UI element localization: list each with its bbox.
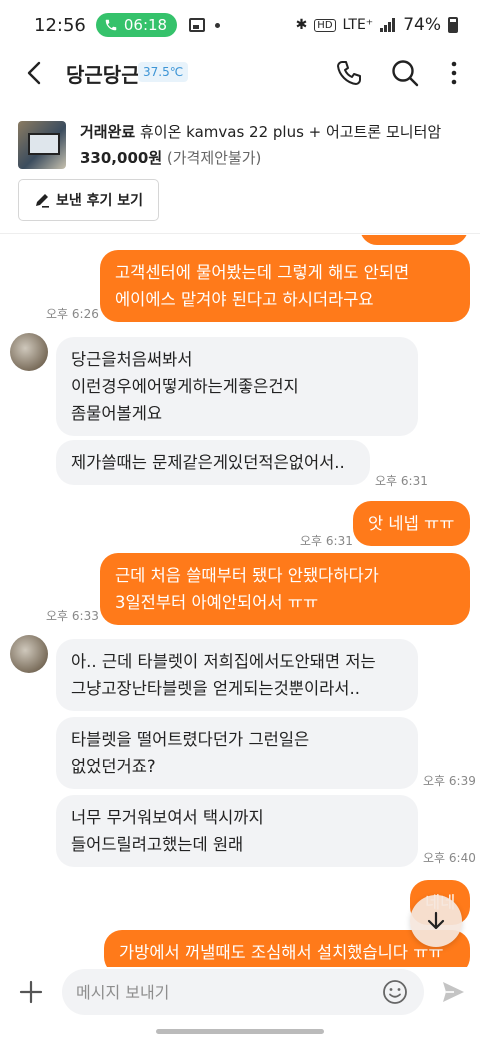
arrow-down-icon xyxy=(427,911,445,930)
message-field-container xyxy=(62,969,424,1015)
ongoing-call-pill[interactable]: 06:18 xyxy=(95,13,178,37)
message-bubble-other[interactable]: 너무 무거워보여서 택시까지 들어드릴려고했는데 원래 xyxy=(56,795,418,867)
send-icon[interactable] xyxy=(440,979,466,1005)
scroll-to-bottom-button[interactable] xyxy=(410,895,462,947)
status-bar: 12:56 06:18 ✱ HD LTE⁺ 74% xyxy=(0,0,480,50)
message-time: 오후 6:31 xyxy=(300,534,353,548)
partner-avatar[interactable] xyxy=(10,333,48,371)
status-time: 12:56 xyxy=(34,14,86,36)
message-time: 오후 6:40 xyxy=(423,851,476,865)
phone-icon[interactable] xyxy=(332,56,366,90)
price-note: (가격제안불가) xyxy=(166,149,262,167)
message-input-bar xyxy=(0,967,480,1017)
notification-dot-icon xyxy=(215,22,221,28)
battery-percent: 74% xyxy=(403,15,441,35)
signal-icon xyxy=(380,18,396,32)
chat-partner-name: 당근당근 xyxy=(66,63,140,87)
message-time: 오후 6:26 xyxy=(46,307,99,321)
search-icon[interactable] xyxy=(388,56,422,90)
status-right: ✱ HD LTE⁺ 74% xyxy=(296,15,458,35)
message-bubble-partial xyxy=(360,235,468,245)
message-bubble-other[interactable]: 아.. 근데 타블렛이 저희집에서도안돼면 저는 그냥고장난타블렛을 얻게되는것… xyxy=(56,639,418,711)
home-indicator[interactable] xyxy=(156,1029,324,1034)
product-price-line: 330,000원 (가격제안불가) xyxy=(80,147,261,168)
sent-review-label: 보낸 후기 보기 xyxy=(55,193,144,209)
message-bubble-other[interactable]: 타블렛을 떨어트렸다던가 그런일은 없었던거죠? xyxy=(56,717,418,789)
message-input[interactable] xyxy=(62,969,362,1015)
product-title-line: 거래완료 휴이온 kamvas 22 plus + 어고트론 모니터암 xyxy=(80,121,441,142)
chat-header: 당근당근 37.5℃ xyxy=(0,50,480,96)
pencil-icon xyxy=(35,194,49,208)
back-arrow-icon[interactable] xyxy=(20,58,50,88)
product-name: 휴이온 kamvas 22 plus + 어고트론 모니터암 xyxy=(139,123,442,141)
trade-status: 거래완료 xyxy=(80,123,136,141)
sent-review-button[interactable]: 보낸 후기 보기 xyxy=(18,179,159,221)
hd-icon: HD xyxy=(314,18,336,32)
message-time: 오후 6:33 xyxy=(46,609,99,623)
bluetooth-icon: ✱ xyxy=(295,17,308,33)
more-vert-icon[interactable] xyxy=(437,56,471,90)
message-time: 오후 6:39 xyxy=(423,774,476,788)
message-bubble-other[interactable]: 당근을처음써봐서 이런경우에어떻게하는게좋은건지 좀물어볼게요 xyxy=(56,337,418,436)
message-bubble-other[interactable]: 제가쓸때는 문제같은게있던적은없어서.. xyxy=(56,440,370,485)
emoji-icon[interactable] xyxy=(382,979,408,1005)
message-time: 오후 6:31 xyxy=(375,474,428,488)
message-bubble-mine[interactable]: 앗 네넵 ㅠㅠ xyxy=(353,501,470,546)
message-bubble-mine[interactable]: 근데 처음 쓸때부터 됐다 안됐다하다가 3일전부터 아예안되어서 ㅠㅠ xyxy=(100,553,470,625)
call-duration: 06:18 xyxy=(123,16,168,34)
message-bubble-mine[interactable]: 고객센터에 물어봤는데 그렇게 해도 안되면 에이에스 맡겨야 된다고 하시더라… xyxy=(100,250,470,322)
manner-temperature-badge: 37.5℃ xyxy=(138,62,189,82)
battery-icon xyxy=(448,17,458,33)
gallery-icon xyxy=(189,18,206,32)
network-type: LTE⁺ xyxy=(342,17,374,33)
product-summary[interactable]: 거래완료 휴이온 kamvas 22 plus + 어고트론 모니터암 330,… xyxy=(0,110,480,234)
plus-icon[interactable] xyxy=(18,979,44,1005)
phone-icon xyxy=(105,19,117,31)
product-thumbnail[interactable] xyxy=(18,121,66,169)
message-list[interactable]: 고객센터에 물어봤는데 그렇게 해도 안되면 에이에스 맡겨야 된다고 하시더라… xyxy=(0,235,480,967)
product-price: 330,000원 xyxy=(80,149,163,167)
partner-avatar[interactable] xyxy=(10,635,48,673)
